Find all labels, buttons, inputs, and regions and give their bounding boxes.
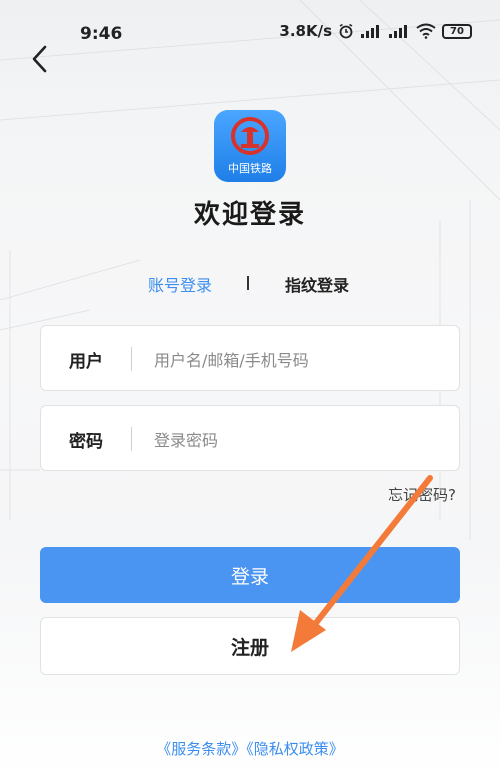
tab-divider [247,276,249,290]
username-field: 用户 [40,325,460,391]
field-divider [131,427,132,451]
signal-hd-icon-2 [389,25,407,38]
tab-fingerprint-login[interactable]: 指纹登录 [285,272,349,296]
service-terms-link[interactable]: 《服务条款》 [156,740,246,758]
network-speed: 3.8K/s [279,22,332,40]
signal-hd-icon [361,25,379,38]
password-input[interactable] [152,422,446,458]
privacy-policy-link[interactable]: 《隐私权政策》 [246,740,344,758]
register-button[interactable]: 注册 [40,617,460,675]
password-field: 密码 [40,405,460,471]
login-button[interactable]: 登录 [40,547,460,603]
password-label: 密码 [69,432,103,452]
page-title: 欢迎登录 [193,200,306,230]
tab-account-login[interactable]: 账号登录 [148,272,212,296]
status-indicators: 3.8K/s 70 [279,22,472,40]
terms-links: 《服务条款》《隐私权政策》 [0,738,500,759]
username-input[interactable] [152,342,446,378]
chevron-left-icon [32,45,47,73]
status-bar: 9:46 3.8K/s 70 [0,0,500,44]
alarm-icon [339,23,353,39]
status-time: 9:46 [80,24,123,44]
battery-icon: 70 [442,23,472,39]
china-railway-logo: 中国铁路 [214,110,286,182]
forgot-password-link[interactable]: 忘记密码? [388,484,456,505]
railway-emblem-icon [231,117,269,155]
field-divider [131,347,132,371]
logo-text: 中国铁路 [228,162,272,175]
back-button[interactable] [26,44,52,74]
wifi-icon [416,23,436,39]
login-tabs: 账号登录 指纹登录 [0,272,500,296]
username-label: 用户 [69,352,103,372]
